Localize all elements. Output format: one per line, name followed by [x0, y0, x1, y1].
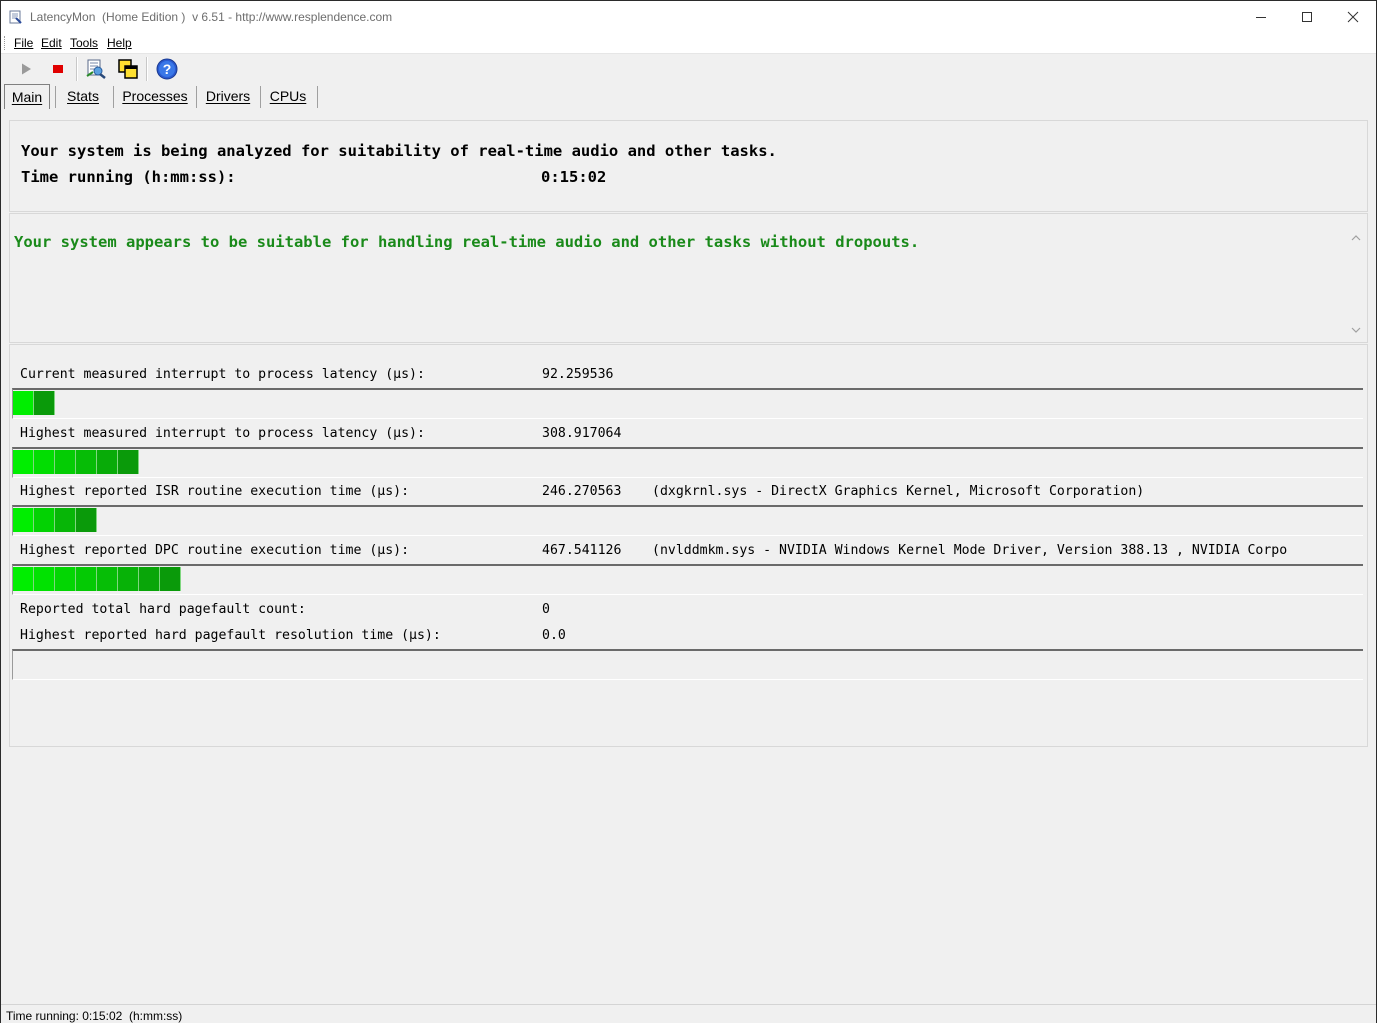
latency-bar-segment	[34, 567, 55, 591]
latency-bar	[12, 505, 1363, 536]
stat-value: 0.0	[542, 628, 566, 643]
stat-value: 0	[542, 602, 550, 617]
stat-label: Highest reported hard pagefault resoluti…	[20, 628, 441, 643]
stat-value: 92.259536	[542, 367, 614, 382]
window-title: LatencyMon (Home Edition ) v 6.51 - http…	[30, 10, 393, 24]
tab-drivers[interactable]: Drivers	[201, 84, 255, 108]
stat-value: 246.270563	[542, 484, 622, 499]
toolbar: ?	[1, 54, 1376, 84]
close-icon	[1347, 11, 1359, 23]
latency-bar-segment	[139, 567, 160, 591]
stat-value: 308.917064	[542, 426, 622, 441]
latency-bar	[12, 388, 1363, 419]
tab-separator	[317, 86, 318, 108]
latency-bar-segment	[34, 508, 55, 532]
latency-bar-segment	[13, 567, 34, 591]
tab-cpus[interactable]: CPUs	[265, 84, 311, 108]
minimize-button[interactable]	[1238, 1, 1284, 33]
latency-bar-segment	[118, 567, 139, 591]
status-bar: Time running: 0:15:02 (h:mm:ss)	[1, 1004, 1376, 1023]
tab-separator	[113, 86, 114, 108]
play-icon	[22, 63, 31, 75]
stat-label: Current measured interrupt to process la…	[20, 367, 425, 382]
verdict-panel: Your system appears to be suitable for h…	[9, 213, 1368, 343]
tab-processes[interactable]: Processes	[119, 84, 191, 108]
latency-bar-segment	[13, 450, 34, 474]
app-window: LatencyMon (Home Edition ) v 6.51 - http…	[0, 0, 1377, 1023]
stat-label: Reported total hard pagefault count:	[20, 602, 306, 617]
report-button[interactable]	[84, 57, 108, 81]
menu-tools[interactable]: Tools	[70, 36, 98, 50]
latency-bar-segment	[13, 508, 34, 532]
latency-bar-segment	[97, 450, 118, 474]
start-button[interactable]	[14, 57, 38, 81]
app-icon	[9, 10, 22, 24]
minimize-icon	[1256, 17, 1266, 18]
tab-separator	[260, 86, 261, 108]
tab-separator	[55, 86, 56, 108]
help-icon: ?	[156, 58, 178, 80]
analysis-headline: Your system is being analyzed for suitab…	[21, 142, 777, 160]
latency-bar-segment	[97, 567, 118, 591]
latency-bar-segment	[160, 567, 181, 591]
status-text: Time running: 0:15:02 (h:mm:ss)	[6, 1009, 183, 1023]
latency-bar	[12, 447, 1363, 478]
verdict-scrollbar[interactable]	[1348, 230, 1365, 340]
scroll-up-icon[interactable]	[1351, 234, 1361, 242]
stat-value: 467.541126	[542, 543, 622, 558]
latency-bar-segment	[55, 508, 76, 532]
menu-bar: File Edit Tools Help	[1, 33, 1376, 54]
latency-bar-segment	[118, 450, 139, 474]
stat-detail: (dxgkrnl.sys - DirectX Graphics Kernel, …	[652, 484, 1145, 499]
toolbar-separator	[146, 57, 148, 81]
maximize-icon	[1302, 12, 1312, 22]
stop-icon	[53, 65, 63, 73]
latency-bar-segment	[55, 567, 76, 591]
tab-bar: Main Stats Processes Drivers CPUs	[1, 84, 1376, 110]
toolbar-separator	[76, 57, 78, 81]
analysis-panel: Your system is being analyzed for suitab…	[9, 120, 1368, 212]
latency-bar-segment	[76, 450, 97, 474]
menu-file[interactable]: File	[14, 36, 33, 50]
stat-label: Highest reported ISR routine execution t…	[20, 484, 410, 499]
report-icon	[86, 59, 106, 79]
windows-icon	[118, 59, 138, 79]
time-running-label: Time running (h:mm:ss):	[21, 168, 236, 186]
stop-button[interactable]	[46, 57, 70, 81]
verdict-message: Your system appears to be suitable for h…	[14, 233, 920, 251]
latency-bar-segment	[55, 450, 76, 474]
tab-main[interactable]: Main	[4, 84, 50, 109]
latency-bar-segment	[76, 567, 97, 591]
tab-separator	[196, 86, 197, 108]
stat-label: Highest reported DPC routine execution t…	[20, 543, 410, 558]
menu-help[interactable]: Help	[107, 36, 132, 50]
windows-button[interactable]	[116, 57, 140, 81]
latency-bar-segment	[76, 508, 97, 532]
latency-bar-segment	[34, 450, 55, 474]
latency-bar-segment	[13, 391, 34, 415]
stat-label: Highest measured interrupt to process la…	[20, 426, 425, 441]
scroll-down-icon[interactable]	[1351, 326, 1361, 334]
menu-edit[interactable]: Edit	[41, 36, 62, 50]
svg-text:?: ?	[163, 61, 172, 77]
tab-stats[interactable]: Stats	[59, 84, 107, 108]
latency-bar	[12, 649, 1363, 680]
title-bar[interactable]: LatencyMon (Home Edition ) v 6.51 - http…	[1, 1, 1376, 33]
time-running-value: 0:15:02	[541, 168, 607, 186]
stat-detail: (nvlddmkm.sys - NVIDIA Windows Kernel Mo…	[652, 543, 1288, 558]
latency-bar	[12, 564, 1363, 595]
menu-grip	[4, 36, 6, 50]
maximize-button[interactable]	[1284, 1, 1330, 33]
latency-bar-segment	[34, 391, 55, 415]
close-button[interactable]	[1330, 1, 1376, 33]
help-button[interactable]: ?	[155, 57, 179, 81]
